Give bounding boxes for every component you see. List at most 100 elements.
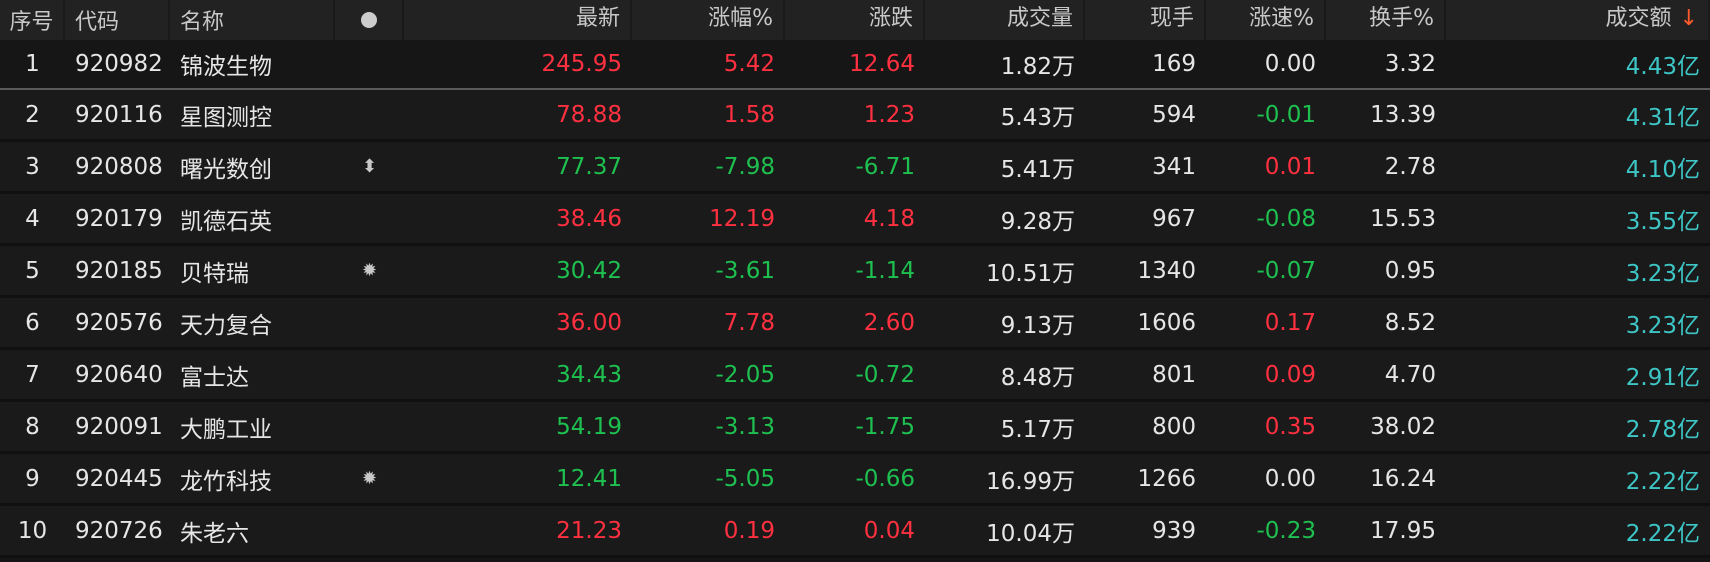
row-vol: 5.41万	[1000, 156, 1075, 183]
row-speed: 0.00	[1264, 51, 1316, 77]
table-row[interactable]: 7 920640 富士达 34.43 -2.05 -0.72 8.48万 801 0.09 4.7…	[0, 350, 1710, 402]
row-vol: 9.28万	[1000, 208, 1075, 235]
row-code: 920091	[75, 413, 163, 440]
row-speed: -0.01	[1256, 101, 1316, 128]
table-row[interactable]: 10 920726 朱老六 21.23 0.19 0.04 10.04万 939 -0.23 17…	[0, 506, 1710, 558]
row-code: 920982	[75, 51, 163, 77]
row-last: 21.23	[556, 517, 622, 544]
row-pct: -5.05	[715, 465, 775, 492]
row-last: 245.95	[541, 51, 622, 77]
row-name: 星图测控	[180, 104, 272, 131]
row-turn: 8.52	[1384, 309, 1436, 336]
header-name[interactable]: 名称	[170, 0, 335, 40]
row-chg: -1.14	[855, 257, 915, 284]
row-code: 920808	[75, 153, 163, 180]
row-hand: 800	[1152, 413, 1196, 440]
row-speed: 0.17	[1264, 309, 1316, 336]
header-pct[interactable]: 涨幅%	[632, 0, 785, 40]
header-speed[interactable]: 涨速%	[1206, 0, 1326, 40]
row-amount: 4.31亿	[1625, 104, 1700, 131]
row-chg: 4.18	[863, 205, 915, 232]
table-body: 1 920982 锦波生物 245.95 5.42 12.64 1.82万 169 0.00 3.…	[0, 40, 1710, 558]
row-name: 天力复合	[180, 312, 272, 339]
row-hand: 594	[1152, 101, 1196, 128]
row-vol: 10.04万	[986, 520, 1075, 547]
row-turn: 16.24	[1370, 465, 1436, 492]
row-speed: 0.01	[1264, 153, 1316, 180]
row-amount: 2.78亿	[1625, 416, 1700, 443]
row-name: 富士达	[180, 364, 249, 391]
row-seq: 4	[25, 205, 40, 232]
row-turn: 0.95	[1384, 257, 1436, 284]
row-name: 曙光数创	[180, 156, 272, 183]
row-pct: -3.61	[715, 257, 775, 284]
header-turn[interactable]: 换手%	[1326, 0, 1446, 40]
table-row[interactable]: 8 920091 大鹏工业 54.19 -3.13 -1.75 5.17万 800 0.35 38…	[0, 402, 1710, 454]
row-amount: 2.22亿	[1625, 468, 1700, 495]
row-code: 920179	[75, 205, 163, 232]
table-row[interactable]: 9 920445 龙竹科技 ✹ 12.41 -5.05 -0.66 16.99万 1266 0.0…	[0, 454, 1710, 506]
row-hand: 939	[1152, 517, 1196, 544]
table-row[interactable]: 1 920982 锦波生物 245.95 5.42 12.64 1.82万 169 0.00 3.…	[0, 40, 1710, 90]
row-last: 78.88	[556, 101, 622, 128]
header-chg[interactable]: 涨跌	[785, 0, 925, 40]
header-code[interactable]: 代码	[65, 0, 170, 40]
header-hand[interactable]: 现手	[1085, 0, 1206, 40]
row-chg: 12.64	[849, 51, 915, 77]
row-last: 30.42	[556, 257, 622, 284]
table-row[interactable]: 2 920116 星图测控 78.88 1.58 1.23 5.43万 594 -0.01 13.…	[0, 90, 1710, 142]
header-vol[interactable]: 成交量	[925, 0, 1085, 40]
quote-table: 序号 代码 名称 最新 涨幅% 涨跌 成交量 现手 涨速% 换手% 成交额 ↓ 1…	[0, 0, 1710, 558]
row-seq: 1	[25, 51, 40, 77]
header-amount[interactable]: 成交额 ↓	[1446, 0, 1710, 40]
table-row[interactable]: 6 920576 天力复合 36.00 7.78 2.60 9.13万 1606 0.17 8.5…	[0, 298, 1710, 350]
row-vol: 16.99万	[986, 468, 1075, 495]
row-hand: 1340	[1137, 257, 1196, 284]
header-last[interactable]: 最新	[404, 0, 632, 40]
row-turn: 15.53	[1370, 205, 1436, 232]
row-speed: 0.35	[1264, 413, 1316, 440]
row-speed: -0.08	[1256, 205, 1316, 232]
row-chg: -0.66	[855, 465, 915, 492]
row-code: 920116	[75, 101, 163, 128]
row-amount: 4.10亿	[1625, 156, 1700, 183]
row-last: 36.00	[556, 309, 622, 336]
row-chg: -6.71	[855, 153, 915, 180]
row-pct: 7.78	[723, 309, 775, 336]
row-amount: 2.22亿	[1625, 520, 1700, 547]
table-row[interactable]: 3 920808 曙光数创 ⬍ 77.37 -7.98 -6.71 5.41万 341 0.01 2…	[0, 142, 1710, 194]
row-seq: 5	[25, 257, 40, 284]
row-pct: 0.19	[723, 517, 775, 544]
row-speed: 0.00	[1264, 465, 1316, 492]
row-pct: -7.98	[715, 153, 775, 180]
row-turn: 38.02	[1370, 413, 1436, 440]
table-row[interactable]: 5 920185 贝特瑞 ✹ 30.42 -3.61 -1.14 10.51万 1340 -0.0…	[0, 246, 1710, 298]
row-speed: -0.07	[1256, 257, 1316, 284]
row-pct: -3.13	[715, 413, 775, 440]
header-mark[interactable]	[335, 0, 404, 40]
row-vol: 1.82万	[1000, 54, 1075, 80]
header-seq[interactable]: 序号	[0, 0, 65, 40]
row-turn: 3.32	[1384, 51, 1436, 77]
row-last: 38.46	[556, 205, 622, 232]
row-vol: 9.13万	[1000, 312, 1075, 339]
row-chg: 1.23	[863, 101, 915, 128]
row-turn: 17.95	[1370, 517, 1436, 544]
row-seq: 2	[25, 101, 40, 128]
row-chg: 2.60	[863, 309, 915, 336]
row-pct: -2.05	[715, 361, 775, 388]
row-amount: 3.23亿	[1625, 260, 1700, 287]
row-speed: 0.09	[1264, 361, 1316, 388]
row-chg: -0.72	[855, 361, 915, 388]
row-name: 凯德石英	[180, 208, 272, 235]
table-header: 序号 代码 名称 最新 涨幅% 涨跌 成交量 现手 涨速% 换手% 成交额 ↓	[0, 0, 1710, 40]
row-hand: 967	[1152, 205, 1196, 232]
row-chg: -1.75	[855, 413, 915, 440]
row-name: 贝特瑞	[180, 260, 249, 287]
row-vol: 5.43万	[1000, 104, 1075, 131]
table-row[interactable]: 4 920179 凯德石英 38.46 12.19 4.18 9.28万 967 -0.08 15…	[0, 194, 1710, 246]
row-name: 朱老六	[180, 520, 249, 547]
row-vol: 5.17万	[1000, 416, 1075, 443]
row-amount: 2.91亿	[1625, 364, 1700, 391]
row-seq: 10	[17, 517, 48, 544]
